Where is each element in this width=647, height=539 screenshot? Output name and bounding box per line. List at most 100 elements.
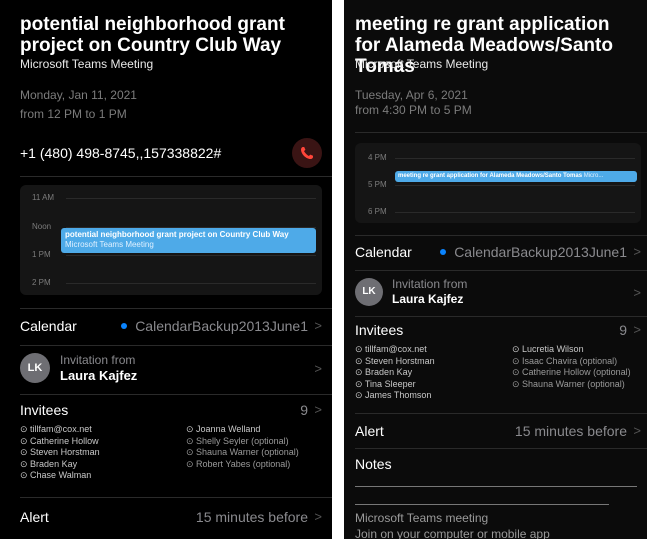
calendar-value: CalendarBackup2013June1 [121, 318, 308, 334]
invitee-status-icon: ⊙ [355, 355, 366, 366]
invitee: ⊙ Shelly Seyler (optional) [186, 435, 289, 446]
invitee-status-icon: ⊙ [355, 378, 365, 389]
chevron-right-icon: > [314, 318, 322, 333]
teams-meeting-heading: Microsoft Teams meeting [355, 511, 489, 525]
invitees-list-left: ⊙ tillfam@cox.net ⊙ Catherine Hollow ⊙ S… [20, 424, 180, 482]
alert-row[interactable]: Alert 15 minutes before > [20, 507, 322, 529]
invitee-status-icon: ⊙ [512, 367, 523, 377]
invitee: ⊙ Isaac Chavira (optional) [512, 355, 618, 366]
timeline-event-title: meeting re grant application for Alameda… [398, 173, 583, 179]
invitee-status-icon: ⊙ [20, 470, 31, 480]
invitee: ⊙ Catherine Hollow [20, 435, 99, 446]
invitees-list-left: ⊙ tillfam@cox.net ⊙ Steven Horstman ⊙ Br… [355, 344, 505, 402]
chevron-right-icon: > [314, 509, 322, 524]
left-event-detail: potential neighborhood grant project on … [0, 0, 332, 539]
invitee-status-icon: ⊙ [186, 458, 197, 469]
invitees-list-right: ⊙ Lucretia Wilson ⊙ Isaac Chavira (optio… [512, 344, 647, 390]
event-subtitle: Microsoft Teams Meeting [355, 57, 489, 71]
calendar-name: CalendarBackup2013June1 [135, 318, 308, 334]
invitation-from-label: Invitation from [392, 277, 468, 291]
invitees-header[interactable]: Invitees 9 > [20, 400, 322, 420]
event-time: from 12 PM to 1 PM [20, 107, 127, 121]
calendar-row[interactable]: Calendar CalendarBackup2013June1 > [355, 242, 641, 264]
chevron-right-icon: > [633, 285, 641, 300]
invitee-status-icon: ⊙ [512, 355, 523, 366]
calendar-color-dot [440, 249, 447, 255]
invitee-status-icon: ⊙ [355, 390, 366, 400]
chevron-right-icon: > [633, 423, 641, 438]
invitee: ⊙ tillfam@cox.net [20, 424, 92, 434]
timeline-hour-label: 4 PM [368, 153, 387, 162]
invitee-status-icon: ⊙ [355, 344, 366, 354]
alert-label: Alert [20, 509, 49, 525]
teams-join-text: Join on your computer or mobile app [355, 527, 550, 539]
invitee-status-icon: ⊙ [186, 424, 197, 434]
timeline-hour-label: 11 AM [32, 193, 55, 202]
timeline-hour-label: 2 PM [32, 278, 51, 287]
invitee: ⊙ Braden Kay [20, 458, 78, 469]
invitee-status-icon: ⊙ [186, 447, 197, 457]
invitee-status-icon: ⊙ [20, 458, 31, 469]
chevron-right-icon: > [314, 361, 322, 376]
organizer-name: Laura Kajfez [60, 368, 138, 383]
invitees-label: Invitees [355, 322, 404, 338]
invitees-header[interactable]: Invitees 9 > [355, 320, 641, 340]
invitee-status-icon: ⊙ [512, 378, 523, 389]
alert-row[interactable]: Alert 15 minutes before > [355, 421, 641, 443]
notes-label: Notes [355, 456, 392, 472]
invitee-status-icon: ⊙ [20, 424, 31, 434]
invitation-row[interactable]: LK Invitation from Laura Kajfez > [20, 350, 322, 386]
invitee-status-icon: ⊙ [186, 435, 197, 446]
invitee: ⊙ Shauna Warner (optional) [512, 378, 625, 389]
organizer-name: Laura Kajfez [392, 292, 464, 306]
invitee: ⊙ Steven Horstman [355, 355, 435, 366]
right-event-detail: meeting re grant application for Alameda… [344, 0, 647, 539]
alert-value: 15 minutes before [514, 423, 627, 439]
invitee: ⊙ Braden Kay [355, 367, 413, 377]
timeline-event-title: potential neighborhood grant project on … [65, 230, 289, 239]
invitee: ⊙ James Thomson [355, 390, 432, 400]
timeline-hour-label: Noon [32, 222, 52, 231]
avatar: LK [20, 353, 50, 383]
event-subtitle: Microsoft Teams Meeting [20, 57, 154, 71]
alert-value: 15 minutes before [195, 509, 308, 525]
notes-divider [355, 504, 609, 505]
call-button[interactable] [292, 138, 322, 168]
calendar-color-dot [121, 323, 128, 329]
invitees-count: 9 [619, 322, 627, 338]
calendar-value: CalendarBackup2013June1 [440, 244, 627, 260]
notes-divider [355, 486, 637, 487]
invitee: ⊙ Lucretia Wilson [512, 344, 584, 354]
phone-number-link[interactable]: +1 (480) 498-8745,,157338822# [20, 145, 221, 161]
invitee: ⊙ Joanna Welland [186, 424, 261, 434]
calendar-name: CalendarBackup2013June1 [454, 244, 627, 260]
timeline-event-block[interactable]: meeting re grant application for Alameda… [395, 171, 637, 182]
invitee: ⊙ Shauna Warner (optional) [186, 447, 299, 457]
timeline-event-subtitle: Microsoft Teams Meeting [65, 240, 154, 249]
invitation-row[interactable]: LK Invitation from Laura Kajfez > [355, 274, 641, 310]
invitee: ⊙ Chase Walman [20, 470, 92, 480]
invitees-list-right: ⊙ Joanna Welland ⊙ Shelly Seyler (option… [186, 424, 332, 470]
alert-label: Alert [355, 423, 384, 439]
chevron-right-icon: > [633, 322, 641, 337]
day-timeline: 11 AM Noon 1 PM 2 PM potential neighborh… [20, 185, 322, 295]
invitee-status-icon: ⊙ [512, 344, 523, 354]
invitee: ⊙ Tina Sleeper [355, 378, 416, 389]
invitee: ⊙ Robert Yabes (optional) [186, 458, 291, 469]
invitee-status-icon: ⊙ [20, 435, 31, 446]
invitee: ⊙ tillfam@cox.net [355, 344, 427, 354]
invitees-label: Invitees [20, 402, 69, 418]
phone-icon [301, 147, 313, 159]
chevron-right-icon: > [314, 402, 322, 417]
avatar: LK [355, 278, 383, 306]
timeline-hour-label: 5 PM [368, 180, 387, 189]
timeline-hour-label: 1 PM [32, 250, 51, 259]
calendar-label: Calendar [355, 244, 412, 260]
timeline-hour-label: 6 PM [368, 207, 387, 216]
invitees-count: 9 [300, 402, 308, 418]
chevron-right-icon: > [633, 244, 641, 259]
calendar-label: Calendar [20, 318, 77, 334]
calendar-row[interactable]: Calendar CalendarBackup2013June1 > [20, 316, 322, 338]
event-date: Monday, Jan 11, 2021 [20, 88, 137, 102]
timeline-event-block[interactable]: potential neighborhood grant project on … [61, 228, 316, 253]
